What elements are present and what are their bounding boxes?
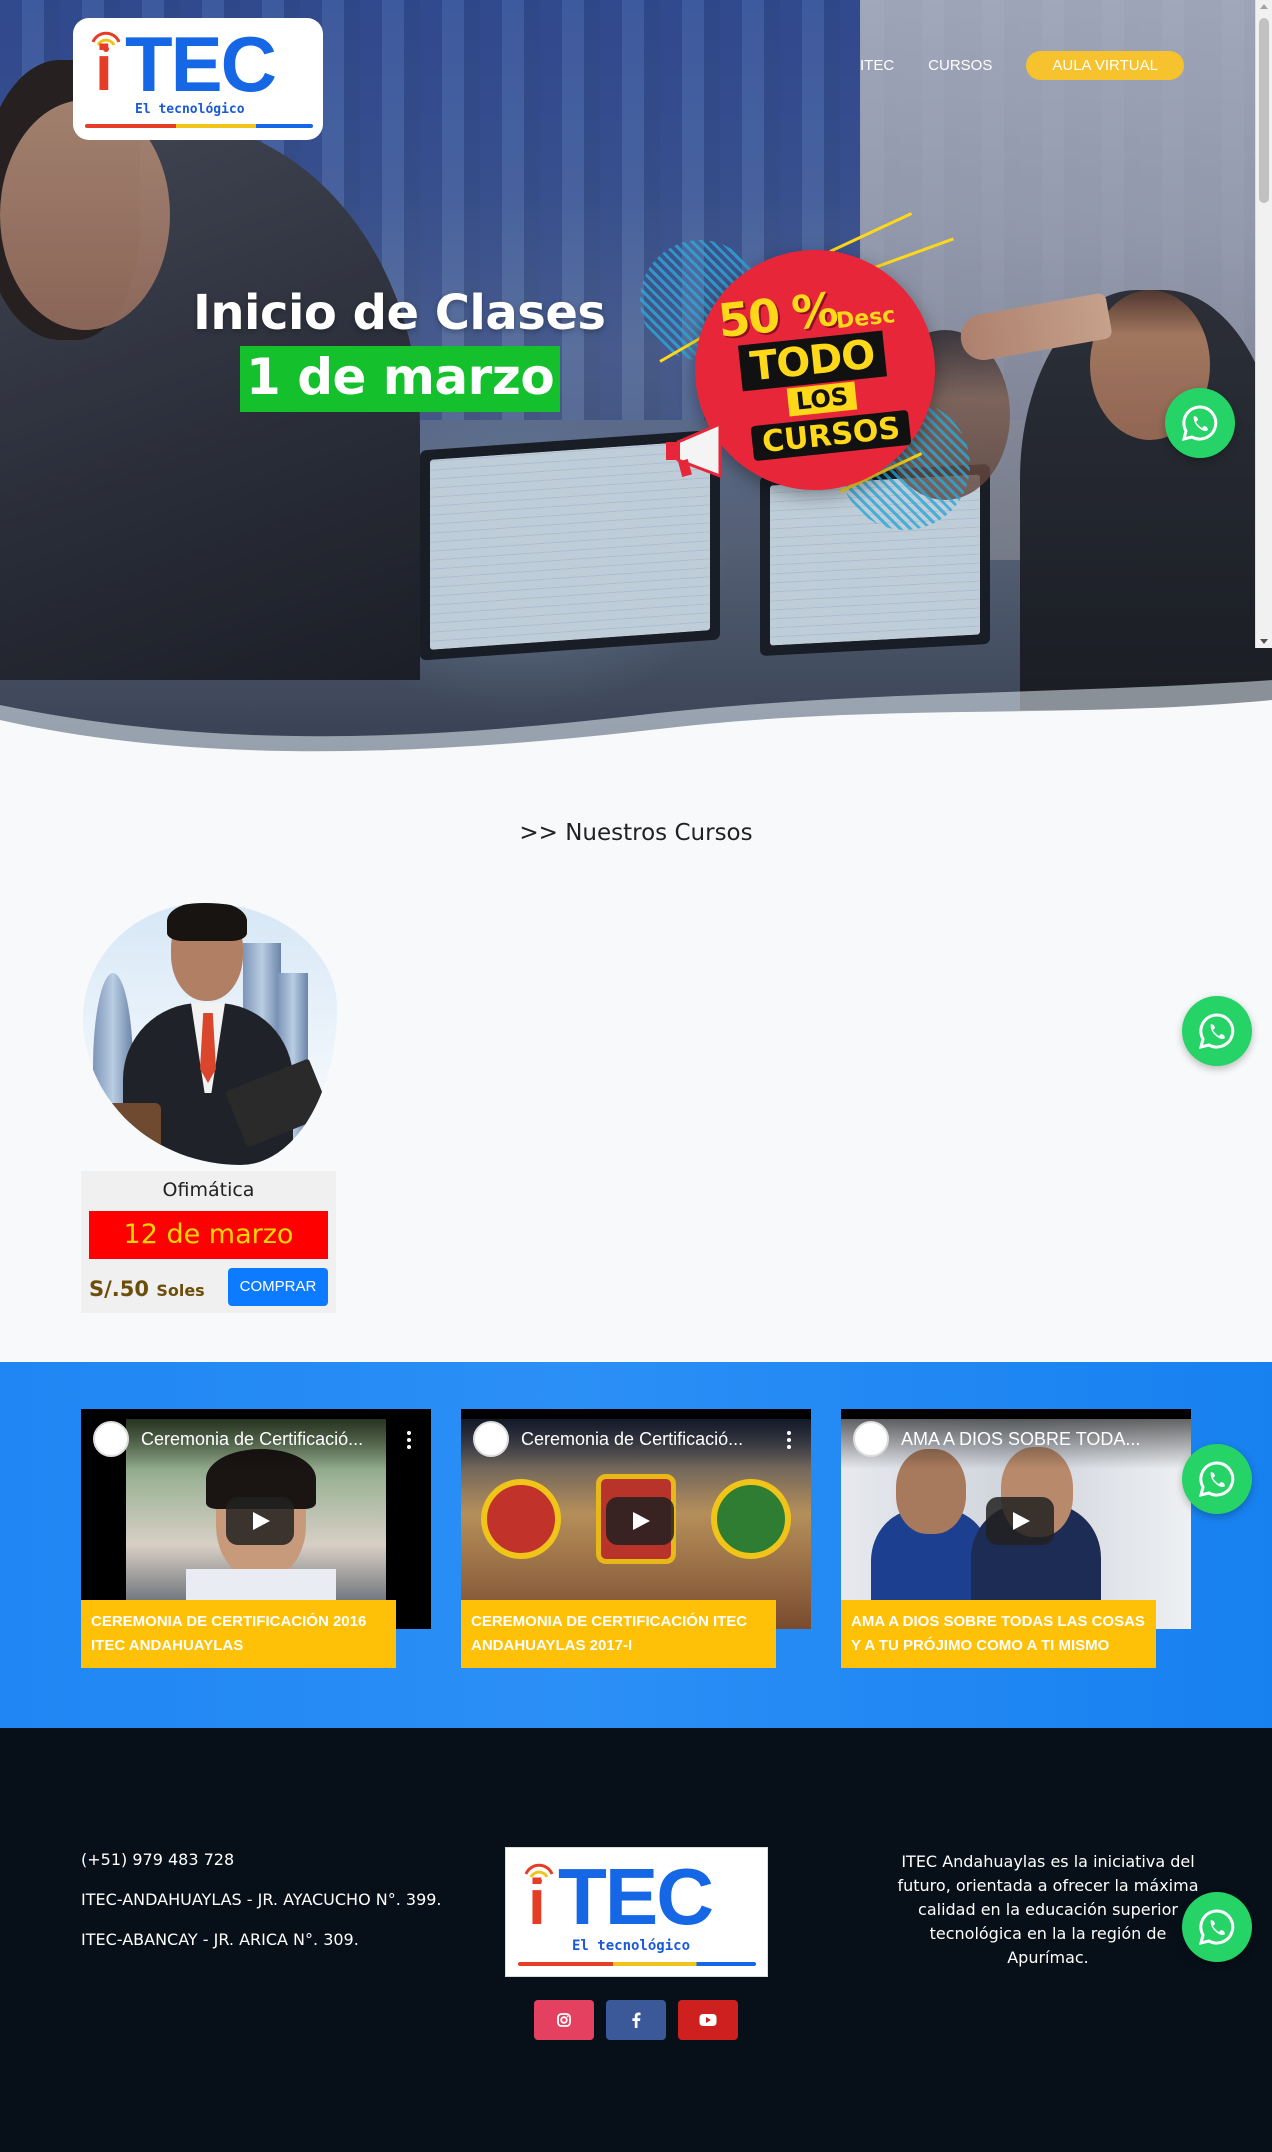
scroll-up-icon[interactable] (1260, 4, 1268, 9)
course-price-amount: S/.50 (89, 1277, 149, 1301)
youtube-icon (699, 2014, 717, 2026)
whatsapp-icon (1181, 405, 1218, 442)
logo-word: TEC (125, 20, 277, 108)
instagram-link[interactable] (534, 2000, 594, 2040)
whatsapp-chat-button[interactable] (1182, 1892, 1252, 1962)
logo-word: TEC (558, 1852, 714, 1941)
logo-mark: i (528, 1866, 546, 1938)
course-price: S/.50 Soles (89, 1277, 205, 1301)
facebook-icon (632, 2012, 641, 2028)
thumbnail-seal (481, 1479, 561, 1559)
logo-underline (85, 124, 313, 128)
whatsapp-chat-button[interactable] (1165, 388, 1235, 458)
channel-avatar[interactable] (93, 1421, 129, 1457)
footer-address-andahuaylas: ITEC-ANDAHUAYLAS - JR. AYACUCHO N°. 399. (81, 1890, 442, 1909)
page-scrollbar[interactable] (1255, 0, 1272, 648)
more-options-icon[interactable] (787, 1431, 791, 1449)
course-image-blob (83, 903, 337, 1165)
channel-avatar[interactable] (473, 1421, 509, 1457)
thumbnail-seal (711, 1479, 791, 1559)
more-options-icon[interactable] (407, 1431, 411, 1449)
course-name[interactable]: Ofimática (81, 1179, 336, 1201)
main-nav: ITEC CURSOS AULA VIRTUAL (860, 50, 1184, 80)
courses-section-title: >> Nuestros Cursos (519, 820, 753, 846)
play-button-icon[interactable] (226, 1497, 294, 1545)
instagram-icon (557, 2013, 571, 2027)
footer-phone[interactable]: (+51) 979 483 728 (81, 1850, 234, 1869)
course-card: Ofimática 12 de marzo S/.50 Soles COMPRA… (81, 1171, 336, 1313)
whatsapp-chat-button[interactable] (1182, 996, 1252, 1066)
course-image[interactable] (83, 903, 337, 1165)
play-button-icon[interactable] (606, 1497, 674, 1545)
hero-start-date: 1 de marzo (240, 346, 561, 412)
nav-item-cursos[interactable]: CURSOS (928, 57, 992, 74)
whatsapp-chat-button[interactable] (1182, 1444, 1252, 1514)
channel-avatar[interactable] (853, 1421, 889, 1457)
footer-address-abancay: ITEC-ABANCAY - JR. ARICA N°. 309. (81, 1930, 359, 1949)
youtube-link[interactable] (678, 2000, 738, 2040)
hero-title: Inicio de Clases (193, 285, 606, 341)
whatsapp-icon (1198, 1909, 1235, 1946)
discount-promo-badge: 50 % Desc TODO LOS CURSOS (640, 212, 970, 540)
video-player[interactable]: Ceremonia de Certificació... (81, 1409, 431, 1629)
course-image-hair (167, 903, 247, 941)
whatsapp-icon (1198, 1013, 1235, 1050)
video-player[interactable]: Ceremonia de Certificació... (461, 1409, 811, 1629)
scroll-down-icon[interactable] (1260, 639, 1268, 644)
course-start-date: 12 de marzo (89, 1211, 328, 1259)
footer-about-text: ITEC Andahuaylas es la iniciativa del fu… (897, 1852, 1199, 1967)
play-button-icon[interactable] (986, 1497, 1054, 1545)
logo-mark: i (95, 32, 113, 104)
site-logo[interactable]: i TEC El tecnológico (73, 18, 323, 140)
course-price-currency: Soles (156, 1281, 205, 1300)
video-title[interactable]: Ceremonia de Certificació... (521, 1429, 776, 1450)
videos-section: Ceremonia de Certificació... CEREMONIA D… (0, 1362, 1272, 1728)
nav-item-itec[interactable]: ITEC (860, 57, 894, 74)
aula-virtual-button[interactable]: AULA VIRTUAL (1026, 50, 1184, 80)
logo-tagline: El tecnológico (135, 102, 245, 117)
video-title[interactable]: AMA A DIOS SOBRE TODA... (901, 1429, 1156, 1450)
logo-underline (518, 1962, 756, 1966)
whatsapp-icon (1198, 1461, 1235, 1498)
video-caption[interactable]: AMA A DIOS SOBRE TODAS LAS COSAS Y A TU … (841, 1600, 1156, 1668)
scrollbar-thumb[interactable] (1259, 18, 1269, 203)
video-player[interactable]: AMA A DIOS SOBRE TODA... (841, 1409, 1191, 1629)
footer-logo[interactable]: i TEC El tecnológico (505, 1847, 768, 1977)
video-caption[interactable]: CEREMONIA DE CERTIFICACIÓN 2016 ITEC AND… (81, 1600, 396, 1668)
buy-course-button[interactable]: COMPRAR (228, 1268, 328, 1306)
video-title[interactable]: Ceremonia de Certificació... (141, 1429, 396, 1450)
course-image-suitcase (103, 1103, 161, 1158)
facebook-link[interactable] (606, 2000, 666, 2040)
hero-wave-divider (0, 680, 1272, 780)
video-caption[interactable]: CEREMONIA DE CERTIFICACIÓN ITEC ANDAHUAY… (461, 1600, 776, 1668)
logo-tagline: El tecnológico (572, 1938, 691, 1954)
megaphone-icon (666, 421, 722, 479)
